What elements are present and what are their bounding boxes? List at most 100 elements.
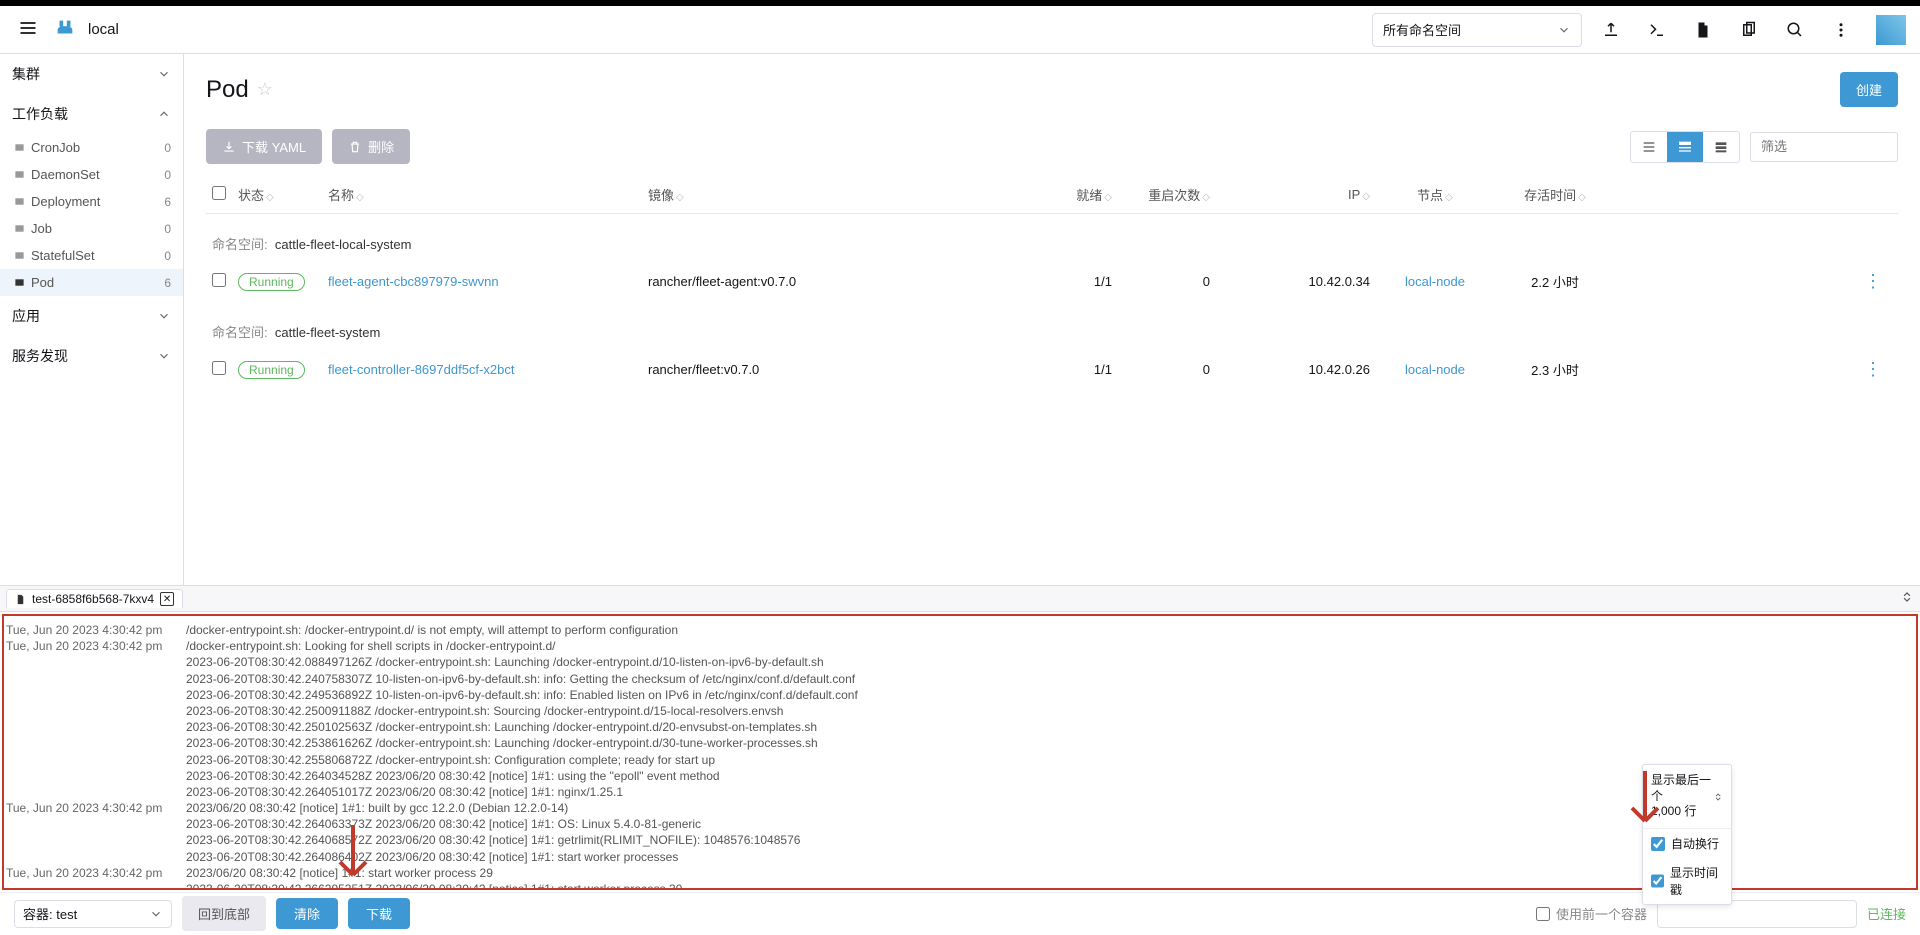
log-line: 2023-06-20T08:30:42.266295351Z 2023/06/2… [6,881,1914,890]
row-checkbox[interactable] [212,361,226,375]
restarts-cell: 0 [1112,274,1210,289]
row-actions-kebab[interactable]: ⋮ [1864,359,1882,379]
scroll-bottom-button[interactable]: 回到底部 [182,896,266,931]
delete-button[interactable]: 删除 [332,129,410,164]
prev-container-toggle[interactable]: 使用前一个容器 [1536,904,1647,923]
col-ready[interactable]: 就绪◇ [1038,185,1112,204]
search-button[interactable] [1778,13,1812,47]
col-image[interactable]: 镜像◇ [648,185,1038,204]
download-log-button[interactable]: 下载 [348,898,410,929]
container-select[interactable]: 容器: test [14,900,172,928]
cluster-name[interactable]: local [88,21,119,38]
header: local 所有命名空间 [0,6,1920,54]
download-yaml-button[interactable]: 下载 YAML [206,129,322,164]
pod-name-link[interactable]: fleet-controller-8697ddf5cf-x2bct [328,362,514,377]
view-flat-button[interactable] [1631,132,1667,162]
chevron-down-icon [157,309,171,323]
annotation-arrow-icon [1620,766,1670,839]
prev-container-checkbox[interactable] [1536,907,1550,921]
node-link[interactable]: local-node [1405,362,1465,377]
import-yaml-button[interactable] [1594,13,1628,47]
timestamp-toggle[interactable]: 显示时间戳 [1643,858,1731,904]
log-line: 2023-06-20T08:30:42.249536892Z 10-listen… [6,687,1914,703]
col-ip[interactable]: IP◇ [1210,187,1370,202]
log-line: Tue, Jun 20 2023 4:30:42 pm/docker-entry… [6,638,1914,654]
chevron-down-icon [1557,23,1571,37]
select-arrows-icon [1713,788,1723,806]
log-line: 2023-06-20T08:30:42.253861626Z /docker-e… [6,735,1914,751]
page-title: Pod ☆ [206,76,273,104]
image-cell: rancher/fleet-agent:v0.7.0 [648,274,1038,289]
select-all-checkbox[interactable] [212,186,226,200]
image-cell: rancher/fleet:v0.7.0 [648,362,1038,377]
col-node[interactable]: 节点◇ [1370,185,1500,204]
create-button[interactable]: 创建 [1840,72,1898,107]
ip-cell: 10.42.0.26 [1210,362,1370,377]
view-compact-button[interactable] [1703,132,1739,162]
view-toggle [1630,131,1740,163]
namespace-selector-value: 所有命名空间 [1383,20,1461,39]
table-row: Running fleet-controller-8697ddf5cf-x2bc… [206,349,1898,390]
ip-cell: 10.42.0.34 [1210,274,1370,289]
avatar[interactable] [1876,15,1906,45]
ready-cell: 1/1 [1038,274,1112,289]
sidebar-group-discovery[interactable]: 服务发现 [0,336,183,376]
log-line: 2023-06-20T08:30:42.250091188Z /docker-e… [6,703,1914,719]
pod-name-link[interactable]: fleet-agent-cbc897979-swvnn [328,274,499,289]
col-restarts[interactable]: 重启次数◇ [1112,185,1210,204]
sidebar-item-statefulset[interactable]: StatefulSet0 [0,242,183,269]
file-icon [15,594,26,605]
trash-icon [348,140,362,154]
age-cell: 2.3 小时 [1500,360,1610,379]
timestamp-checkbox[interactable] [1651,874,1664,888]
col-state[interactable]: 状态◇ [238,185,328,204]
sidebar-group-workloads[interactable]: 工作负载 [0,94,183,134]
namespace-group-header: 命名空间: cattle-fleet-system [206,302,1898,349]
connected-status: 已连接 [1867,904,1906,923]
expand-icon[interactable] [1900,590,1914,607]
table-row: Running fleet-agent-cbc897979-swvnn ranc… [206,261,1898,302]
favorite-star-icon[interactable]: ☆ [257,79,273,100]
ready-cell: 1/1 [1038,362,1112,377]
kubectl-shell-button[interactable] [1640,13,1674,47]
close-icon[interactable]: ✕ [160,592,174,606]
node-link[interactable]: local-node [1405,274,1465,289]
sidebar-item-daemonset[interactable]: DaemonSet0 [0,161,183,188]
namespace-group-header: 命名空间: cattle-fleet-local-system [206,214,1898,261]
chevron-down-icon [157,67,171,81]
col-age[interactable]: 存活时间◇ [1500,185,1610,204]
copy-config-button[interactable] [1732,13,1766,47]
sidebar-item-cronjob[interactable]: CronJob0 [0,134,183,161]
col-name[interactable]: 名称◇ [328,185,648,204]
log-line: 2023-06-20T08:30:42.088497126Z /docker-e… [6,654,1914,670]
sidebar-group-cluster[interactable]: 集群 [0,54,183,94]
annotation-arrow-icon [328,820,378,893]
log-line: 2023-06-20T08:30:42.240758307Z 10-listen… [6,671,1914,687]
clear-button[interactable]: 清除 [276,898,338,929]
restarts-cell: 0 [1112,362,1210,377]
table-header: 状态◇ 名称◇ 镜像◇ 就绪◇ 重启次数◇ IP◇ 节点◇ 存活时间◇ [206,176,1898,214]
log-body[interactable]: Tue, Jun 20 2023 4:30:42 pm/docker-entry… [2,614,1918,890]
file-icon[interactable] [1686,13,1720,47]
menu-icon[interactable] [14,14,42,45]
log-line: Tue, Jun 20 2023 4:30:42 pm/docker-entry… [6,622,1914,638]
log-panel: test-6858f6b568-7kxv4 ✕ Tue, Jun 20 2023… [0,585,1920,935]
chevron-down-icon [149,907,163,921]
row-actions-kebab[interactable]: ⋮ [1864,271,1882,291]
namespace-selector[interactable]: 所有命名空间 [1372,13,1582,47]
rancher-logo-icon [54,17,76,42]
log-tab[interactable]: test-6858f6b568-7kxv4 ✕ [6,589,183,608]
view-namespace-button[interactable] [1667,132,1703,162]
header-kebab-icon[interactable] [1824,13,1858,47]
sidebar-item-pod[interactable]: Pod6 [0,269,183,296]
filter-input[interactable] [1750,132,1898,162]
chevron-down-icon [157,349,171,363]
sidebar-item-deployment[interactable]: Deployment6 [0,188,183,215]
age-cell: 2.2 小时 [1500,272,1610,291]
row-checkbox[interactable] [212,273,226,287]
chevron-up-icon [157,107,171,121]
download-icon [222,140,236,154]
sidebar-item-job[interactable]: Job0 [0,215,183,242]
sidebar-group-apps[interactable]: 应用 [0,296,183,336]
status-badge: Running [238,273,305,291]
